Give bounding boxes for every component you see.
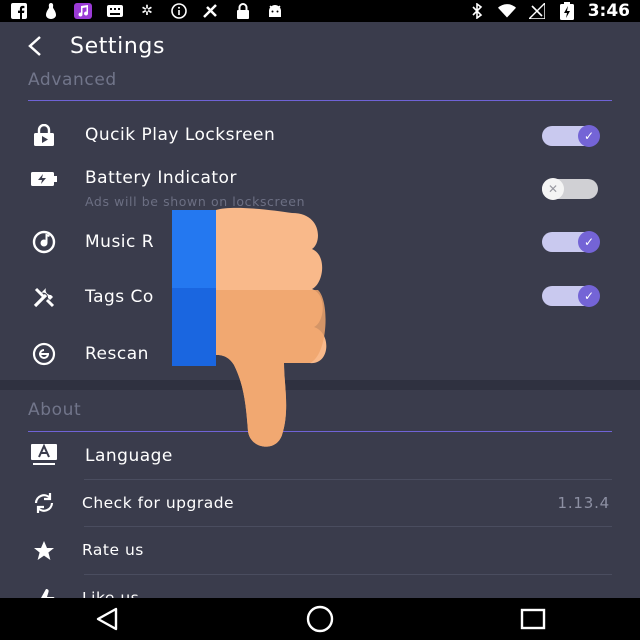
row-label: Qucik Play Locksreen xyxy=(85,125,276,145)
section-separator xyxy=(0,380,640,390)
music-disc-icon xyxy=(30,228,58,256)
music-app-icon xyxy=(74,3,92,19)
status-bar-left: ✲ xyxy=(10,3,284,19)
tools-icon xyxy=(30,283,58,311)
toggle-music[interactable]: ✓ xyxy=(542,231,600,253)
row-label: Language xyxy=(85,446,173,466)
recents-icon[interactable] xyxy=(503,607,563,631)
toggle-quick-play[interactable]: ✓ xyxy=(542,125,600,147)
keyboard-icon xyxy=(106,3,124,19)
row-label: Check for upgrade xyxy=(82,494,235,512)
page-title: Settings xyxy=(70,33,166,59)
status-time: 3:46 xyxy=(587,1,630,21)
android-icon xyxy=(266,3,284,19)
row-label: Tags Co xyxy=(85,287,154,307)
check-icon: ✓ xyxy=(578,125,600,147)
status-bar: ✲ 3:46 xyxy=(0,0,640,22)
toggle-tags[interactable]: ✓ xyxy=(542,285,600,307)
battery-icon xyxy=(30,165,58,193)
section-header-advanced: Advanced xyxy=(28,70,117,90)
game-icon xyxy=(202,3,220,19)
version-value: 1.13.4 xyxy=(557,494,610,512)
lock-icon xyxy=(234,3,252,19)
bowling-pin-icon xyxy=(42,3,60,19)
x-icon: ✕ xyxy=(542,178,564,200)
row-divider xyxy=(84,479,612,480)
section-header-about: About xyxy=(28,400,82,420)
row-label: Rate us xyxy=(82,541,144,559)
rescan-icon xyxy=(30,340,58,368)
no-signal-icon xyxy=(528,3,546,19)
bluetooth-icon xyxy=(468,3,486,19)
back-arrow-icon[interactable] xyxy=(26,30,70,62)
language-icon xyxy=(30,441,58,469)
lock-play-icon xyxy=(30,121,58,149)
row-divider xyxy=(84,574,612,575)
row-label: Rescan xyxy=(85,344,149,364)
battery-charging-icon xyxy=(558,2,576,20)
thumbs-down-icon xyxy=(172,207,327,447)
back-icon[interactable] xyxy=(77,607,137,631)
home-icon[interactable] xyxy=(290,604,350,634)
row-subtitle: Ads will be shown on lockscreen xyxy=(85,194,306,209)
section-divider xyxy=(28,431,612,432)
settings-icon: ✲ xyxy=(141,3,153,19)
refresh-icon xyxy=(30,489,58,517)
navigation-bar xyxy=(0,598,640,640)
check-icon: ✓ xyxy=(578,285,600,307)
check-icon: ✓ xyxy=(578,231,600,253)
facebook-icon xyxy=(10,3,28,19)
wifi-icon xyxy=(497,3,516,19)
star-icon xyxy=(30,537,58,565)
row-divider xyxy=(84,526,612,527)
row-label: Music R xyxy=(85,232,155,252)
section-divider xyxy=(28,100,612,101)
toolbar: Settings xyxy=(0,22,640,70)
toggle-battery-indicator[interactable]: ✕ xyxy=(542,178,598,200)
row-label: Battery Indicator xyxy=(85,168,237,188)
info-icon xyxy=(170,3,188,19)
status-bar-right: 3:46 xyxy=(468,1,630,21)
